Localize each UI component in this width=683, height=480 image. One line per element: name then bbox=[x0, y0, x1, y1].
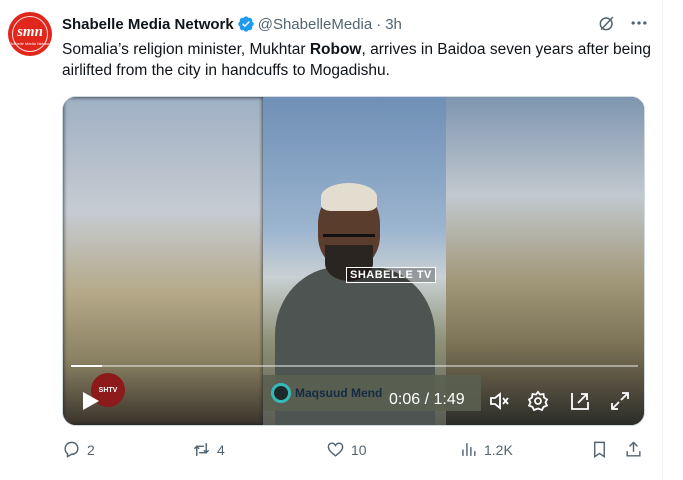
avatar[interactable]: smn Shabelle Media Network bbox=[8, 12, 52, 56]
view-count: 1.2K bbox=[484, 441, 513, 458]
repost-count: 4 bbox=[217, 441, 225, 458]
video-progress-fill bbox=[71, 365, 103, 367]
video-player[interactable]: SHABELLE TV Maqsuud Mend SHTV 0:06 / 1:4… bbox=[62, 96, 645, 426]
like-button[interactable]: 10 bbox=[326, 440, 367, 459]
verified-badge-icon[interactable] bbox=[237, 15, 255, 33]
bookmark-button[interactable] bbox=[590, 440, 609, 459]
video-subject-cap bbox=[321, 183, 377, 211]
duration: 1:49 bbox=[433, 391, 465, 408]
bookmark-icon bbox=[594, 441, 605, 458]
grok-icon bbox=[599, 16, 614, 31]
video-subject-glasses bbox=[323, 227, 375, 237]
play-icon[interactable] bbox=[78, 389, 102, 413]
grok-button[interactable] bbox=[596, 12, 618, 34]
separator-dot: · bbox=[376, 15, 382, 33]
tweet-text: Somalia’s religion minister, Mukhtar Rob… bbox=[62, 39, 652, 81]
tweet-card[interactable]: smn Shabelle Media Network Shabelle Medi… bbox=[0, 0, 663, 480]
tweet-text-start: Somalia’s religion minister, Mukhtar bbox=[62, 41, 310, 58]
tweet-header: Shabelle Media Network @ShabelleMedia · … bbox=[62, 14, 402, 34]
avatar-logo-text: smn bbox=[17, 24, 43, 40]
mute-icon[interactable] bbox=[487, 389, 511, 413]
repost-icon bbox=[193, 443, 210, 456]
video-blurred-left bbox=[63, 97, 263, 425]
lower-third-logo bbox=[271, 383, 291, 403]
share-icon bbox=[626, 441, 641, 457]
time-separator: / bbox=[424, 391, 430, 408]
views-button[interactable]: 1.2K bbox=[459, 440, 513, 459]
heart-icon bbox=[327, 442, 344, 457]
more-button[interactable] bbox=[628, 12, 650, 34]
current-time: 0:06 bbox=[389, 391, 421, 408]
tweet-text-bold: Robow bbox=[309, 41, 362, 58]
settings-icon[interactable] bbox=[526, 389, 550, 413]
more-icon bbox=[631, 21, 647, 25]
fullscreen-icon[interactable] bbox=[608, 389, 632, 413]
lower-third-name: Maqsuud Mend bbox=[295, 386, 383, 400]
repost-button[interactable]: 4 bbox=[192, 440, 225, 459]
views-chart-icon bbox=[462, 443, 476, 456]
video-timecode: 0:06 / 1:49 bbox=[389, 391, 465, 409]
author-handle[interactable]: @ShabelleMedia bbox=[258, 16, 372, 33]
reply-button[interactable]: 2 bbox=[62, 440, 95, 459]
share-button[interactable] bbox=[624, 440, 643, 459]
tweet-actions: 2 4 10 1.2K bbox=[62, 440, 652, 464]
author-name[interactable]: Shabelle Media Network bbox=[62, 16, 234, 33]
like-count: 10 bbox=[351, 441, 367, 458]
reply-icon bbox=[64, 441, 79, 458]
timestamp[interactable]: 3h bbox=[385, 16, 402, 33]
avatar-logo-subtext: Shabelle Media Network bbox=[8, 41, 52, 46]
pip-icon[interactable] bbox=[568, 389, 592, 413]
reply-count: 2 bbox=[87, 441, 95, 458]
top-actions bbox=[596, 12, 650, 34]
video-progress-bar[interactable] bbox=[71, 365, 638, 367]
video-watermark: SHABELLE TV bbox=[346, 267, 436, 283]
